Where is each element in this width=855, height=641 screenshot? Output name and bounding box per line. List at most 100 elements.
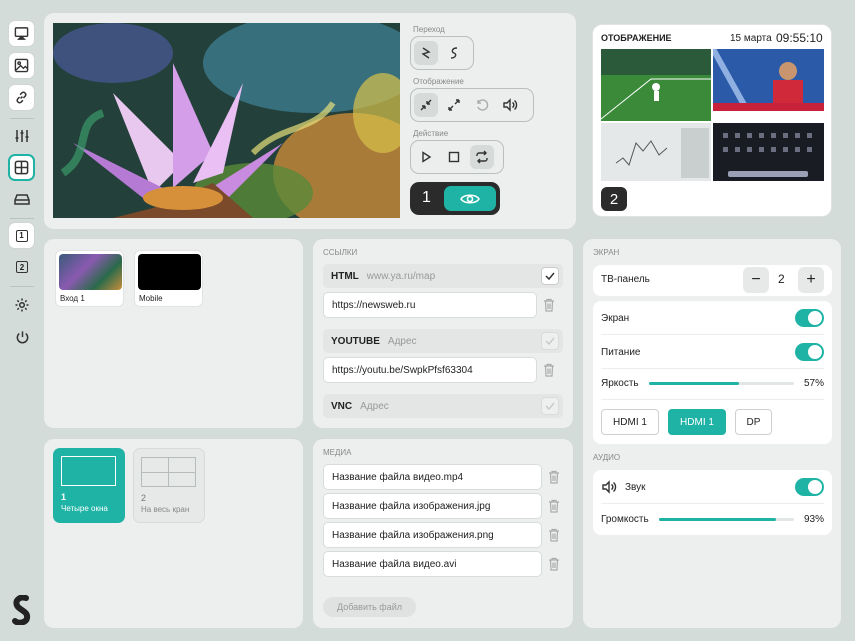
check-icon — [545, 272, 555, 280]
input-hdmi1-active-button[interactable]: HDMI 1 — [668, 409, 726, 435]
youtube-confirm-checkbox[interactable] — [541, 332, 559, 350]
sound-label: Звук — [625, 481, 646, 493]
media-file-item[interactable]: Название файла видео.avi — [323, 551, 542, 577]
youtube-url-field[interactable]: https://youtu.be/SwpkPfsf63304 — [323, 357, 537, 383]
media-title: МЕДИА — [323, 448, 352, 457]
trash-icon — [549, 499, 559, 513]
youtube-link-header: YOUTUBE Адрес — [323, 329, 563, 353]
screen-toggle-label: Экран — [601, 312, 630, 324]
stop-button[interactable] — [442, 145, 466, 169]
control-panel: Переход Отображение Действие 1 — [44, 13, 576, 229]
minimize-button[interactable] — [414, 93, 438, 117]
layout-quad-icon — [61, 456, 116, 486]
preview-window-desktop — [713, 123, 824, 181]
transition-label: Переход — [413, 25, 445, 34]
delete-media-button[interactable] — [547, 527, 561, 543]
input-thumbnail — [138, 254, 201, 290]
tv-decrement-button[interactable]: − — [743, 267, 769, 293]
play-icon — [422, 151, 432, 163]
input-label: Вход 1 — [60, 294, 85, 303]
link-button[interactable] — [8, 84, 35, 111]
screen-toggle[interactable] — [795, 309, 824, 327]
input-dp-button[interactable]: DP — [735, 409, 772, 435]
sound-toggle-row: Звук — [593, 470, 832, 504]
volume-button[interactable] — [498, 93, 522, 117]
cast-button[interactable] — [8, 20, 35, 47]
power-button[interactable] — [9, 324, 35, 350]
visibility-toggle[interactable] — [444, 186, 496, 211]
links-title: ССЫЛКИ — [323, 248, 358, 257]
screen-2-button[interactable]: 2 — [9, 254, 35, 280]
transition-cut-button[interactable] — [414, 41, 438, 65]
media-file-item[interactable]: Название файла изображения.jpg — [323, 493, 542, 519]
stop-icon — [448, 151, 460, 163]
html-link-header: HTML www.ya.ru/map — [323, 264, 563, 288]
html-url-field[interactable]: https://newsweb.ru — [323, 292, 537, 318]
preview-screen-number: 2 — [609, 190, 619, 208]
delete-media-button[interactable] — [547, 498, 561, 514]
input-hdmi1-button[interactable]: HDMI 1 — [601, 409, 659, 435]
tv-panel-row: ТВ-панель − 2 + — [593, 265, 832, 296]
trash-icon — [549, 528, 559, 542]
sound-toggle[interactable] — [795, 478, 824, 496]
preview-date: 15 марта — [730, 33, 772, 44]
play-button[interactable] — [414, 145, 438, 169]
media-file-item[interactable]: Название файла изображения.png — [323, 522, 542, 548]
settings-button[interactable] — [9, 292, 35, 318]
volume-value: 93% — [803, 513, 824, 525]
transition-fade-button[interactable] — [442, 41, 466, 65]
preview-title: ОТОБРАЖЕНИЕ — [601, 33, 672, 43]
logo-icon — [12, 595, 31, 625]
preview-window-chart — [601, 123, 711, 181]
screen-audio-panel: ЭКРАН ТВ-панель − 2 + Экран Питание Ярко… — [583, 239, 841, 628]
layout-label: Четыре окна — [61, 504, 108, 513]
tv-increment-button[interactable]: + — [798, 267, 824, 293]
power-toggle[interactable] — [795, 343, 824, 361]
layout-grid-icon — [141, 457, 196, 487]
screen-1-button[interactable]: 1 — [8, 222, 35, 249]
screen-settings-card: Экран Питание Яркость 57% HDMI 1 HDMI 1 … — [593, 301, 832, 444]
repeat-button[interactable] — [470, 145, 494, 169]
sidebar: 1 2 — [8, 16, 36, 636]
rotate-button[interactable] — [470, 93, 494, 117]
delete-media-button[interactable] — [547, 469, 561, 485]
html-confirm-checkbox[interactable] — [541, 267, 559, 285]
vnc-placeholder: Адрес — [360, 400, 389, 412]
logo — [9, 594, 35, 626]
grid-button[interactable] — [8, 154, 35, 181]
volume-slider-fill — [658, 517, 777, 521]
volume-slider[interactable] — [658, 517, 794, 521]
transition-s-icon — [421, 47, 431, 59]
input-tile-2[interactable]: Mobile — [134, 250, 203, 307]
sliders-button[interactable] — [8, 122, 35, 149]
screen-title: ЭКРАН — [593, 248, 620, 257]
screen-number: 1 — [422, 189, 431, 206]
speaker-icon — [602, 480, 617, 494]
media-file-item[interactable]: Название файла видео.mp4 — [323, 464, 542, 490]
layout-number: 2 — [141, 493, 147, 503]
delete-html-button[interactable] — [542, 297, 556, 313]
tv-panel-label: ТВ-панель — [601, 274, 650, 285]
audio-settings-card: Звук Громкость 93% — [593, 470, 832, 535]
tv-count: 2 — [778, 272, 785, 286]
vnc-confirm-checkbox[interactable] — [541, 397, 559, 415]
drive-button[interactable] — [9, 186, 35, 212]
layout-tile-2[interactable]: 2 На весь кран — [133, 448, 205, 523]
power-icon — [16, 330, 28, 343]
html-type-label: HTML — [331, 270, 359, 282]
layout-number: 1 — [61, 492, 67, 502]
image-button[interactable] — [8, 52, 35, 79]
add-file-button[interactable]: Добавить файл — [323, 597, 416, 617]
layout-tile-1[interactable]: 1 Четыре окна — [53, 448, 125, 523]
audio-title: АУДИО — [593, 453, 621, 462]
preview-time: 09:55:10 — [776, 31, 823, 45]
input-tile-1[interactable]: Вход 1 — [55, 250, 124, 307]
repeat-icon — [476, 150, 488, 164]
vnc-type-label: VNC — [331, 400, 353, 412]
check-icon — [545, 337, 555, 345]
fullscreen-button[interactable] — [442, 93, 466, 117]
delete-youtube-button[interactable] — [542, 362, 556, 378]
delete-media-button[interactable] — [547, 556, 561, 572]
brightness-slider[interactable] — [648, 381, 794, 385]
input-label: Mobile — [139, 294, 163, 303]
